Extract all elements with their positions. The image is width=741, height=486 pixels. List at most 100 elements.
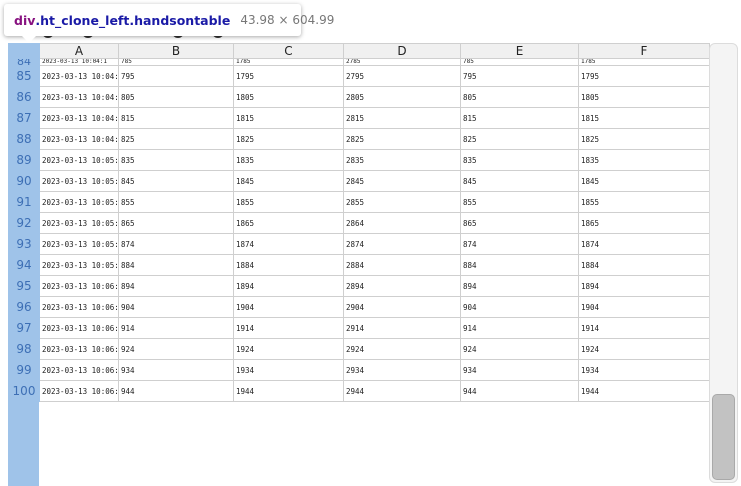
table-cell[interactable]: 1934 [233,359,344,381]
table-cell[interactable]: 1924 [233,338,344,360]
row-header[interactable]: 84 [8,58,40,66]
table-cell[interactable]: 2864 [343,212,461,234]
table-cell[interactable]: 815 [460,107,579,129]
table-cell[interactable]: 825 [118,128,234,150]
table-cell[interactable]: 2914 [343,317,461,339]
row-header[interactable]: 98 [8,338,40,360]
table-cell[interactable]: 1914 [233,317,344,339]
table-cell[interactable]: 2023-03-13 10:05:3 [39,212,119,234]
table-cell[interactable]: 894 [118,275,234,297]
row-header[interactable]: 92 [8,212,40,234]
table-cell[interactable]: 884 [118,254,234,276]
table-cell[interactable]: 1805 [233,86,344,108]
row-header[interactable]: 86 [8,86,40,108]
row-header[interactable]: 91 [8,191,40,213]
column-header-a[interactable]: A [39,43,119,59]
table-cell[interactable]: 1904 [578,296,710,318]
table-cell[interactable]: 1795 [233,65,344,87]
table-cell[interactable]: 1904 [233,296,344,318]
table-cell[interactable]: 1944 [578,380,710,402]
column-header-d[interactable]: D [343,43,461,59]
table-cell[interactable]: 1924 [578,338,710,360]
table-cell[interactable]: 2023-03-13 10:06:0 [39,275,119,297]
table-cell[interactable]: 2845 [343,170,461,192]
table-cell[interactable]: 2815 [343,107,461,129]
table-cell[interactable]: 2904 [343,296,461,318]
table-cell[interactable]: 894 [460,275,579,297]
table-cell[interactable]: 795 [460,65,579,87]
table-cell[interactable]: 924 [460,338,579,360]
column-header-c[interactable]: C [233,43,344,59]
table-cell[interactable]: 1845 [233,170,344,192]
table-cell[interactable]: 1874 [233,233,344,255]
row-header[interactable]: 94 [8,254,40,276]
table-cell[interactable]: 2023-03-13 10:05:1 [39,170,119,192]
table-cell[interactable]: 934 [118,359,234,381]
table-cell[interactable]: 1815 [233,107,344,129]
vertical-scrollbar[interactable] [709,43,738,483]
table-cell[interactable]: 944 [118,380,234,402]
table-cell[interactable]: 2874 [343,233,461,255]
table-cell[interactable]: 845 [118,170,234,192]
table-cell[interactable]: 785 [118,58,234,66]
corner-header[interactable] [8,43,40,59]
row-header[interactable]: 100 [8,380,40,402]
table-cell[interactable]: 865 [118,212,234,234]
table-cell[interactable]: 1914 [578,317,710,339]
table-cell[interactable]: 1894 [578,275,710,297]
table-cell[interactable]: 1855 [578,191,710,213]
table-cell[interactable]: 2934 [343,359,461,381]
table-cell[interactable]: 805 [118,86,234,108]
table-cell[interactable]: 2023-03-13 10:05:2 [39,191,119,213]
table-cell[interactable]: 1835 [233,149,344,171]
table-cell[interactable]: 2023-03-13 10:06:4 [39,359,119,381]
row-header[interactable]: 99 [8,359,40,381]
table-cell[interactable]: 865 [460,212,579,234]
table-cell[interactable]: 2884 [343,254,461,276]
table-cell[interactable]: 2944 [343,380,461,402]
table-cell[interactable]: 795 [118,65,234,87]
table-cell[interactable]: 1815 [578,107,710,129]
table-cell[interactable]: 2924 [343,338,461,360]
row-header[interactable]: 93 [8,233,40,255]
table-cell[interactable]: 2023-03-13 10:04:1 [39,58,119,66]
table-cell[interactable]: 825 [460,128,579,150]
table-cell[interactable]: 2023-03-13 10:06:3 [39,338,119,360]
table-cell[interactable]: 1934 [578,359,710,381]
table-cell[interactable]: 1825 [578,128,710,150]
table-cell[interactable]: 1884 [578,254,710,276]
table-cell[interactable]: 1865 [578,212,710,234]
row-header[interactable]: 90 [8,170,40,192]
table-cell[interactable]: 2023-03-13 10:04:5 [39,128,119,150]
table-cell[interactable]: 1785 [233,58,344,66]
row-header[interactable]: 96 [8,296,40,318]
scrollbar-thumb[interactable] [712,394,735,480]
table-cell[interactable]: 874 [118,233,234,255]
table-cell[interactable]: 874 [460,233,579,255]
row-header[interactable]: 97 [8,317,40,339]
table-cell[interactable]: 1855 [233,191,344,213]
table-cell[interactable]: 2023-03-13 10:04:4 [39,107,119,129]
table-cell[interactable]: 805 [460,86,579,108]
table-cell[interactable]: 2795 [343,65,461,87]
row-header[interactable]: 95 [8,275,40,297]
table-cell[interactable]: 2023-03-13 10:05:0 [39,149,119,171]
table-cell[interactable]: 835 [460,149,579,171]
table-cell[interactable]: 1845 [578,170,710,192]
table-cell[interactable]: 2023-03-13 10:05:5 [39,254,119,276]
table-cell[interactable]: 785 [460,58,579,66]
row-header[interactable]: 88 [8,128,40,150]
table-cell[interactable]: 2855 [343,191,461,213]
table-cell[interactable]: 2785 [343,58,461,66]
table-cell[interactable]: 2835 [343,149,461,171]
column-header-f[interactable]: F [578,43,710,59]
table-cell[interactable]: 855 [118,191,234,213]
table-cell[interactable]: 1865 [233,212,344,234]
table-cell[interactable]: 2023-03-13 10:04:2 [39,65,119,87]
table-cell[interactable]: 2023-03-13 10:06:1 [39,296,119,318]
table-cell[interactable]: 884 [460,254,579,276]
table-cell[interactable]: 934 [460,359,579,381]
table-cell[interactable]: 1944 [233,380,344,402]
table-cell[interactable]: 2023-03-13 10:04:3 [39,86,119,108]
column-header-b[interactable]: B [118,43,234,59]
